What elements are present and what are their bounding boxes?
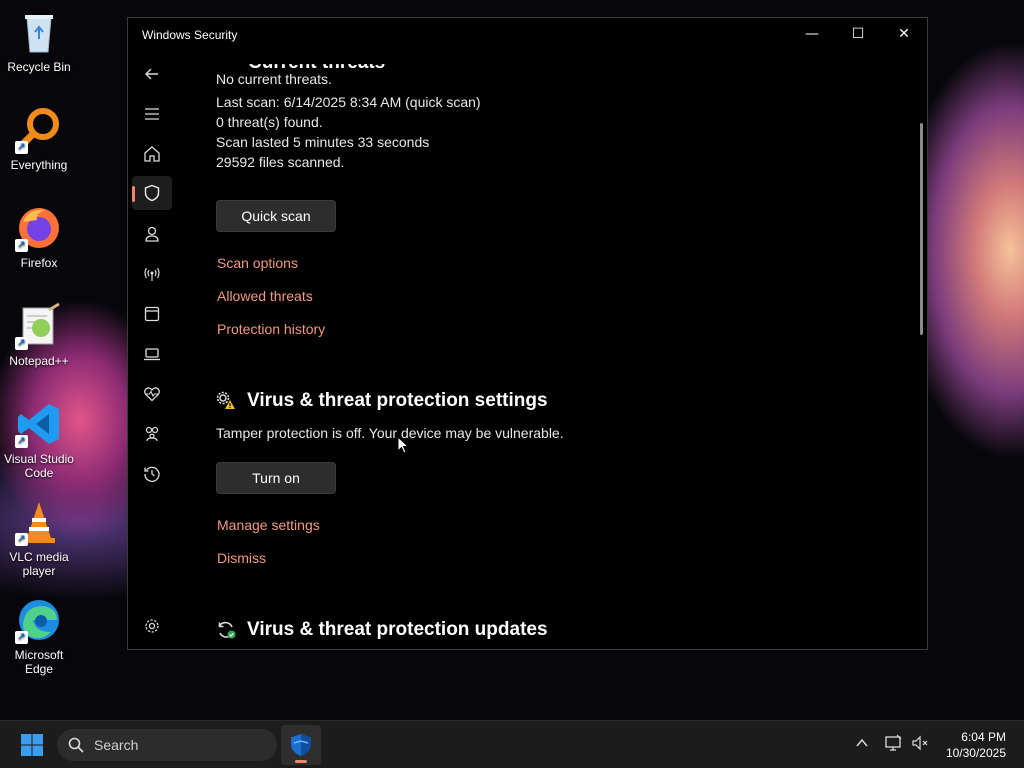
menu-icon xyxy=(145,108,159,120)
home-icon xyxy=(144,146,160,162)
nav-settings[interactable] xyxy=(132,609,172,643)
back-icon xyxy=(145,68,158,80)
family-icon xyxy=(145,426,159,442)
browser-icon xyxy=(144,306,160,322)
active-app-indicator xyxy=(295,760,307,763)
taskbar-windows-security[interactable] xyxy=(281,725,321,765)
nav-app-browser-control[interactable] xyxy=(132,297,172,331)
nav-account-protection[interactable] xyxy=(132,217,172,251)
wifi-antenna-icon xyxy=(144,267,160,281)
shield-icon xyxy=(144,184,160,202)
desktop-icon-label: Microsoft Edge xyxy=(14,648,64,676)
desktop-icon-label: Notepad++ xyxy=(9,354,69,368)
start-button[interactable] xyxy=(12,725,52,765)
settings-gear-icon xyxy=(145,619,159,633)
desktop-icon-vlc[interactable]: ↗ VLC media player xyxy=(2,498,76,578)
content-scrollbar[interactable] xyxy=(920,123,923,335)
protection-history-link[interactable]: Protection history xyxy=(217,321,325,337)
selection-indicator xyxy=(132,186,135,202)
settings-heading-text: Virus & threat protection settings xyxy=(247,390,548,411)
nav-firewall-network[interactable] xyxy=(132,257,172,291)
person-icon xyxy=(145,226,159,242)
desktop-icon-label: Visual Studio Code xyxy=(4,452,74,480)
last-scan-text: Last scan: 6/14/2025 8:34 AM (quick scan… xyxy=(216,94,481,110)
desktop-icon-label: Firefox xyxy=(20,256,58,270)
windows-security-shield-icon xyxy=(291,734,311,756)
settings-section-heading: Virus & threat protection settings xyxy=(216,390,548,412)
mouse-pointer-icon xyxy=(397,436,409,454)
heart-pulse-icon xyxy=(144,387,160,402)
vscode-icon: ↗ xyxy=(15,400,63,448)
shortcut-arrow-icon: ↗ xyxy=(15,435,28,448)
tray-overflow-chevron-icon[interactable] xyxy=(852,733,872,753)
history-icon xyxy=(144,466,160,482)
manage-settings-link[interactable]: Manage settings xyxy=(217,517,320,533)
taskbar-clock[interactable]: 6:04 PM 10/30/2025 xyxy=(946,729,1006,761)
taskbar: Search 6:04 PM 10/30/2025 xyxy=(0,720,1024,768)
refresh-check-icon xyxy=(218,621,236,639)
shortcut-arrow-icon: ↗ xyxy=(15,239,28,252)
quick-scan-button[interactable]: Quick scan xyxy=(216,200,336,232)
edge-icon: ↗ xyxy=(15,596,63,644)
nav-back-button[interactable] xyxy=(132,57,172,91)
notepad-plus-plus-icon: ↗ xyxy=(15,302,63,350)
updates-heading-text: Virus & threat protection updates xyxy=(247,619,548,640)
desktop-icon-notepad-plus-plus[interactable]: ↗ Notepad++ xyxy=(2,302,76,368)
nav-device-performance-health[interactable] xyxy=(132,377,172,411)
turn-on-button[interactable]: Turn on xyxy=(216,462,336,494)
shortcut-arrow-icon: ↗ xyxy=(15,141,28,154)
clock-time: 6:04 PM xyxy=(961,730,1006,744)
scan-duration-text: Scan lasted 5 minutes 33 seconds xyxy=(216,134,430,150)
nav-protection-history[interactable] xyxy=(132,457,172,491)
shortcut-arrow-icon: ↗ xyxy=(15,533,28,546)
allowed-threats-link[interactable]: Allowed threats xyxy=(217,288,313,304)
clock-date: 10/30/2025 xyxy=(945,746,1006,760)
files-scanned-text: 29592 files scanned. xyxy=(216,154,345,170)
firefox-icon: ↗ xyxy=(15,204,63,252)
windows-logo-icon xyxy=(21,734,43,756)
vlc-cone-icon: ↗ xyxy=(15,498,63,546)
taskbar-search-box[interactable]: Search xyxy=(57,729,277,761)
scan-options-link[interactable]: Scan options xyxy=(217,255,298,271)
everything-search-icon: ↗ xyxy=(15,106,63,154)
desktop-icon-edge[interactable]: ↗ Microsoft Edge xyxy=(2,596,76,676)
recycle-bin-icon xyxy=(15,8,63,56)
laptop-icon xyxy=(144,348,160,361)
nav-virus-protection[interactable] xyxy=(132,176,172,210)
threat-status-text: No current threats. xyxy=(216,71,332,87)
nav-family-options[interactable] xyxy=(132,417,172,451)
tamper-protection-message: Tamper protection is off. Your device ma… xyxy=(216,425,564,441)
desktop-icon-everything[interactable]: ↗ Everything xyxy=(2,106,76,172)
shortcut-arrow-icon: ↗ xyxy=(15,631,28,644)
nav-device-security[interactable] xyxy=(132,337,172,371)
nav-home[interactable] xyxy=(132,137,172,171)
shortcut-arrow-icon: ↗ xyxy=(15,337,28,350)
search-icon xyxy=(68,737,84,753)
navigation-rail xyxy=(128,54,176,649)
gear-warning-icon xyxy=(216,391,235,409)
search-placeholder: Search xyxy=(94,737,139,753)
desktop-icon-vscode[interactable]: ↗ Visual Studio Code xyxy=(2,400,76,480)
desktop-icon-firefox[interactable]: ↗ Firefox xyxy=(2,204,76,270)
tray-network-monitor-icon[interactable] xyxy=(883,733,903,753)
desktop-icon-label: Everything xyxy=(10,158,68,172)
desktop-icon-label: Recycle Bin xyxy=(7,60,71,74)
windows-security-window: Windows Security — ☐ ✕ Current threats N… xyxy=(127,17,928,650)
dismiss-link[interactable]: Dismiss xyxy=(217,550,266,566)
updates-section-heading: Virus & threat protection updates xyxy=(216,619,548,641)
threats-found-text: 0 threat(s) found. xyxy=(216,114,323,130)
nav-menu-button[interactable] xyxy=(132,97,172,131)
tray-volume-muted-icon[interactable] xyxy=(910,733,930,753)
desktop-icon-recycle-bin[interactable]: Recycle Bin xyxy=(2,8,76,74)
desktop-icon-label: VLC media player xyxy=(9,550,69,578)
main-content: Current threats No current threats. Last… xyxy=(216,38,906,649)
